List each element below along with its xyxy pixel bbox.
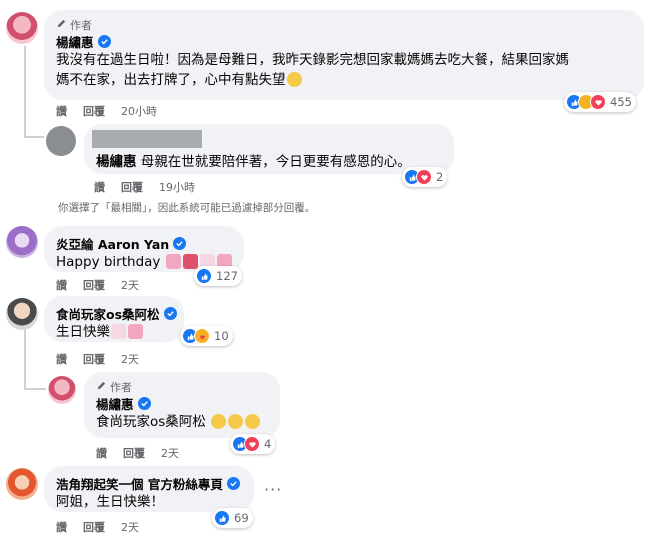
reaction-summary[interactable]: 4 [230,434,276,454]
timestamp[interactable]: 2天 [121,351,139,367]
comment-actions: 讚 回覆 2天 [96,446,179,460]
thread-line-curve [24,136,44,138]
commenter-name[interactable]: 浩角翔起笑一個 官方粉絲專頁 [56,474,242,492]
commenter-name-text[interactable]: 楊繡惠 [96,394,134,413]
reaction-summary[interactable]: 10 [180,326,233,346]
kissing-emoji-icon [228,414,244,429]
comment-actions: 讚 回覆 20小時 [56,104,157,118]
like-button[interactable]: 讚 [96,445,107,461]
comment-bubble: 食尚玩家os桑阿松 生日快樂 [44,296,184,342]
reply-button[interactable]: 回覆 [83,103,105,119]
timestamp[interactable]: 2天 [161,445,179,461]
reaction-summary[interactable]: 2 [402,167,448,187]
reaction-count: 2 [436,170,444,184]
comment-bubble: 作者 楊繡惠 我沒有在過生日啦！因為是母難日，我昨天錄影完想回家載媽媽去吃大餐，… [44,10,644,100]
reaction-summary[interactable]: 455 [564,92,636,112]
reaction-count: 455 [610,95,632,109]
comment-bubble: 楊繡惠 母親在世就要陪伴著，今日更要有感恩的心。 [84,124,454,174]
avatar[interactable] [6,226,38,258]
redacted-name [92,130,202,148]
more-options-icon[interactable]: ··· [264,480,282,499]
verified-badge-icon [163,306,177,320]
filter-note: 你選擇了「最相關」，因此系統可能已過濾掉部分回覆。 [58,202,316,214]
timestamp[interactable]: 19小時 [159,179,195,195]
kissing-emoji-icon [245,414,261,429]
like-button[interactable]: 讚 [56,103,67,119]
care-reaction-icon [194,328,210,344]
avatar[interactable] [48,376,76,404]
love-reaction-icon [416,169,432,185]
thread-line-main [24,46,26,138]
pencil-icon [96,380,107,394]
like-reaction-icon [214,510,230,526]
comment-text: 生日快樂 [56,322,172,342]
comment-text-line2-content: 媽不在家，出去打牌了，心中有點失望 [56,72,286,88]
commenter-name-text[interactable]: 浩角翔起笑一個 官方粉絲專頁 [56,474,223,493]
reply-button[interactable]: 回覆 [123,445,145,461]
timestamp[interactable]: 2天 [121,519,139,535]
reply-button[interactable]: 回覆 [121,179,143,195]
author-badge: 作者 [56,18,632,32]
verified-badge-icon [226,476,240,490]
reply-button[interactable]: 回覆 [83,277,105,293]
comment-text-content: 食尚玩家os桑阿松 [96,414,206,430]
comment-actions: 讚 回覆 19小時 [94,180,195,194]
thread-line-sub-curve [24,388,46,390]
reaction-summary[interactable]: 69 [212,508,253,528]
commenter-name-text[interactable]: 食尚玩家os桑阿松 [56,304,160,323]
like-button[interactable]: 讚 [56,277,67,293]
mention-link[interactable]: 楊繡惠 [96,154,137,170]
love-reaction-icon [244,436,260,452]
reaction-summary[interactable]: 127 [194,266,242,286]
comment-actions: 讚 回覆 2天 [56,278,139,292]
reaction-count: 127 [216,269,238,283]
reply-button[interactable]: 回覆 [83,351,105,367]
thread-line-sub [24,322,26,390]
like-button[interactable]: 讚 [56,351,67,367]
comment-text-line2: 媽不在家，出去打牌了，心中有點失望 [56,70,632,90]
kissing-emoji-icon [211,414,227,429]
comment-text: 我沒有在過生日啦！因為是母難日，我昨天錄影完想回家載媽媽去吃大餐，結果回家媽 [56,52,569,68]
comment-bubble: 作者 楊繡惠 食尚玩家os桑阿松 [84,372,280,438]
comment-text-content: 母親在世就要陪伴著，今日更要有感恩的心。 [136,154,411,170]
love-reaction-icon [590,94,606,110]
reply-button[interactable]: 回覆 [83,519,105,535]
grinning-emoji-icon [286,72,302,87]
comment-text: 阿姐，生日快樂！ [56,494,164,510]
timestamp[interactable]: 2天 [121,277,139,293]
comment-text: 楊繡惠 母親在世就要陪伴著，今日更要有感恩的心。 [96,152,442,172]
reaction-count: 4 [264,437,272,451]
comment-text-content: 生日快樂 [56,324,110,340]
reaction-count: 69 [234,511,249,525]
timestamp[interactable]: 20小時 [121,103,157,119]
avatar[interactable] [6,12,38,44]
commenter-name-text[interactable]: 炎亞綸 Aaron Yan [56,234,169,253]
party-popper-emoji-icon [128,324,143,339]
comment-bubble: 浩角翔起笑一個 官方粉絲專頁 阿姐，生日快樂！ [44,466,254,512]
comment-actions: 讚 回覆 2天 [56,520,139,534]
avatar[interactable] [6,468,38,500]
commenter-name-text[interactable]: 楊繡惠 [56,32,94,51]
like-button[interactable]: 讚 [56,519,67,535]
verified-badge-icon [97,34,111,48]
gift-emoji-icon [182,254,198,269]
comment-text: 食尚玩家os桑阿松 [96,412,268,432]
pencil-icon [56,18,67,32]
comment-actions: 讚 回覆 2天 [56,352,139,366]
avatar[interactable] [46,126,76,156]
like-button[interactable]: 讚 [94,179,105,195]
author-badge: 作者 [96,380,268,394]
commenter-name[interactable]: 楊繡惠 [56,32,632,50]
party-emoji-icon [165,254,181,269]
avatar[interactable] [6,298,38,330]
commenter-name[interactable]: 楊繡惠 [96,394,268,412]
like-reaction-icon [196,268,212,284]
verified-badge-icon [137,396,151,410]
cake-emoji-icon [111,324,126,339]
commenter-name[interactable]: 炎亞綸 Aaron Yan [56,234,232,252]
reaction-count: 10 [214,329,229,343]
verified-badge-icon [173,236,187,250]
comment-text-content: Happy birthday [56,254,161,270]
commenter-name[interactable]: 食尚玩家os桑阿松 [56,304,177,323]
